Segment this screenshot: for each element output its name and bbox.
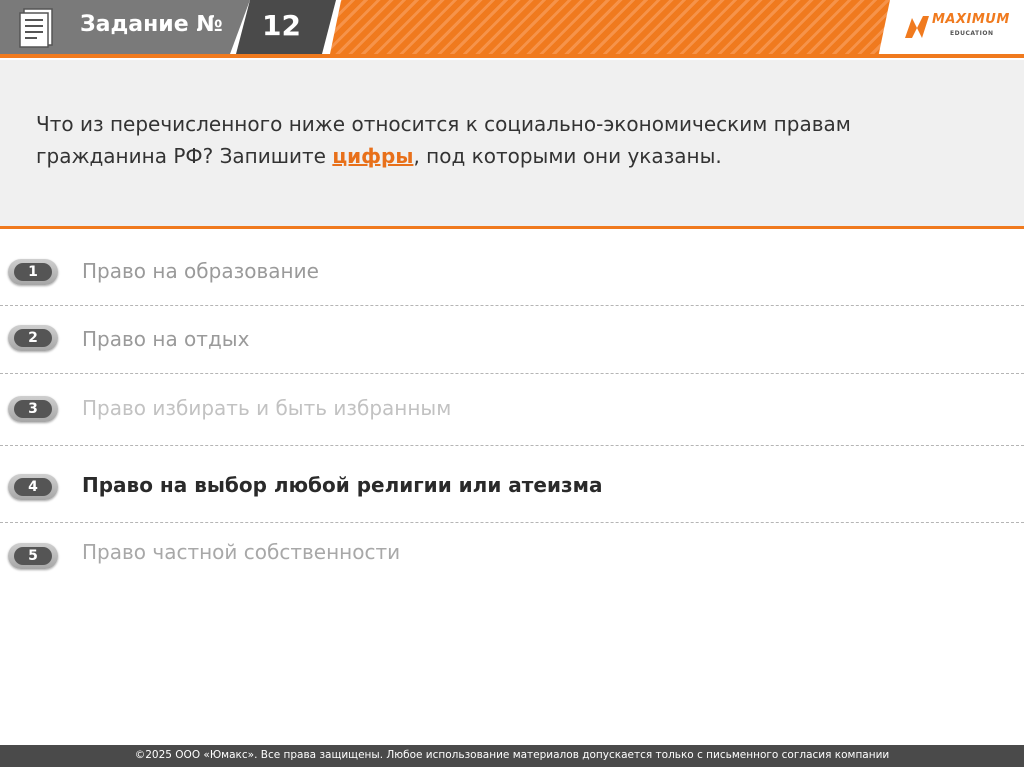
- header-bar: Задание № 12 MAXIMUM EDUCATION: [0, 0, 1024, 60]
- option-number-badge: 1: [8, 259, 58, 285]
- option-number: 1: [14, 263, 52, 281]
- option-divider: [0, 445, 1024, 446]
- question-divider: [0, 226, 1024, 229]
- option-number: 5: [14, 547, 52, 565]
- option-number-badge: 3: [8, 396, 58, 422]
- task-number: 12: [262, 9, 301, 42]
- option-2[interactable]: 2 Право на отдых: [0, 311, 1024, 371]
- footer-copyright: ©2025 ООО «Юмакс». Все права защищены. Л…: [134, 749, 890, 761]
- header-orange-stripes: [330, 0, 890, 54]
- option-text: Право избирать и быть избранным: [82, 396, 452, 420]
- question-area: Что из перечисленного ниже относится к с…: [0, 60, 1024, 226]
- option-4[interactable]: 4 Право на выбор любой религии или атеиз…: [0, 458, 1024, 518]
- question-line-2-end: , под которыми они указаны.: [413, 144, 722, 168]
- document-icon: [19, 8, 53, 48]
- option-divider: [0, 305, 1024, 306]
- logo-text: MAXIMUM: [932, 12, 1010, 27]
- option-divider: [0, 373, 1024, 374]
- option-text: Право на образование: [82, 259, 319, 283]
- question-line-1: Что из перечисленного ниже относится к с…: [36, 112, 851, 136]
- option-number: 2: [14, 329, 52, 347]
- option-number-badge: 4: [8, 474, 58, 500]
- option-3[interactable]: 3 Право избирать и быть избранным: [0, 381, 1024, 441]
- logo-mark-icon: [905, 16, 929, 38]
- question-highlight: цифры: [332, 144, 414, 168]
- maximum-logo: MAXIMUM EDUCATION: [902, 10, 1022, 50]
- option-number: 4: [14, 478, 52, 496]
- logo-subtext: EDUCATION: [950, 30, 994, 37]
- option-text: Право частной собственности: [82, 540, 401, 564]
- option-number-badge: 2: [8, 325, 58, 351]
- question-line-2-start: гражданина РФ? Запишите: [36, 144, 333, 168]
- header-underline: [0, 54, 1024, 58]
- question-text: Что из перечисленного ниже относится к с…: [36, 108, 976, 172]
- option-1[interactable]: 1 Право на образование: [0, 242, 1024, 302]
- footer-bar: ©2025 ООО «Юмакс». Все права защищены. Л…: [0, 745, 1024, 767]
- option-text: Право на выбор любой религии или атеизма: [82, 473, 603, 497]
- option-text: Право на отдых: [82, 327, 250, 351]
- option-number-badge: 5: [8, 543, 58, 569]
- task-label: Задание №: [80, 12, 223, 37]
- option-5[interactable]: 5 Право частной собственности: [0, 527, 1024, 587]
- option-number: 3: [14, 400, 52, 418]
- option-divider: [0, 522, 1024, 523]
